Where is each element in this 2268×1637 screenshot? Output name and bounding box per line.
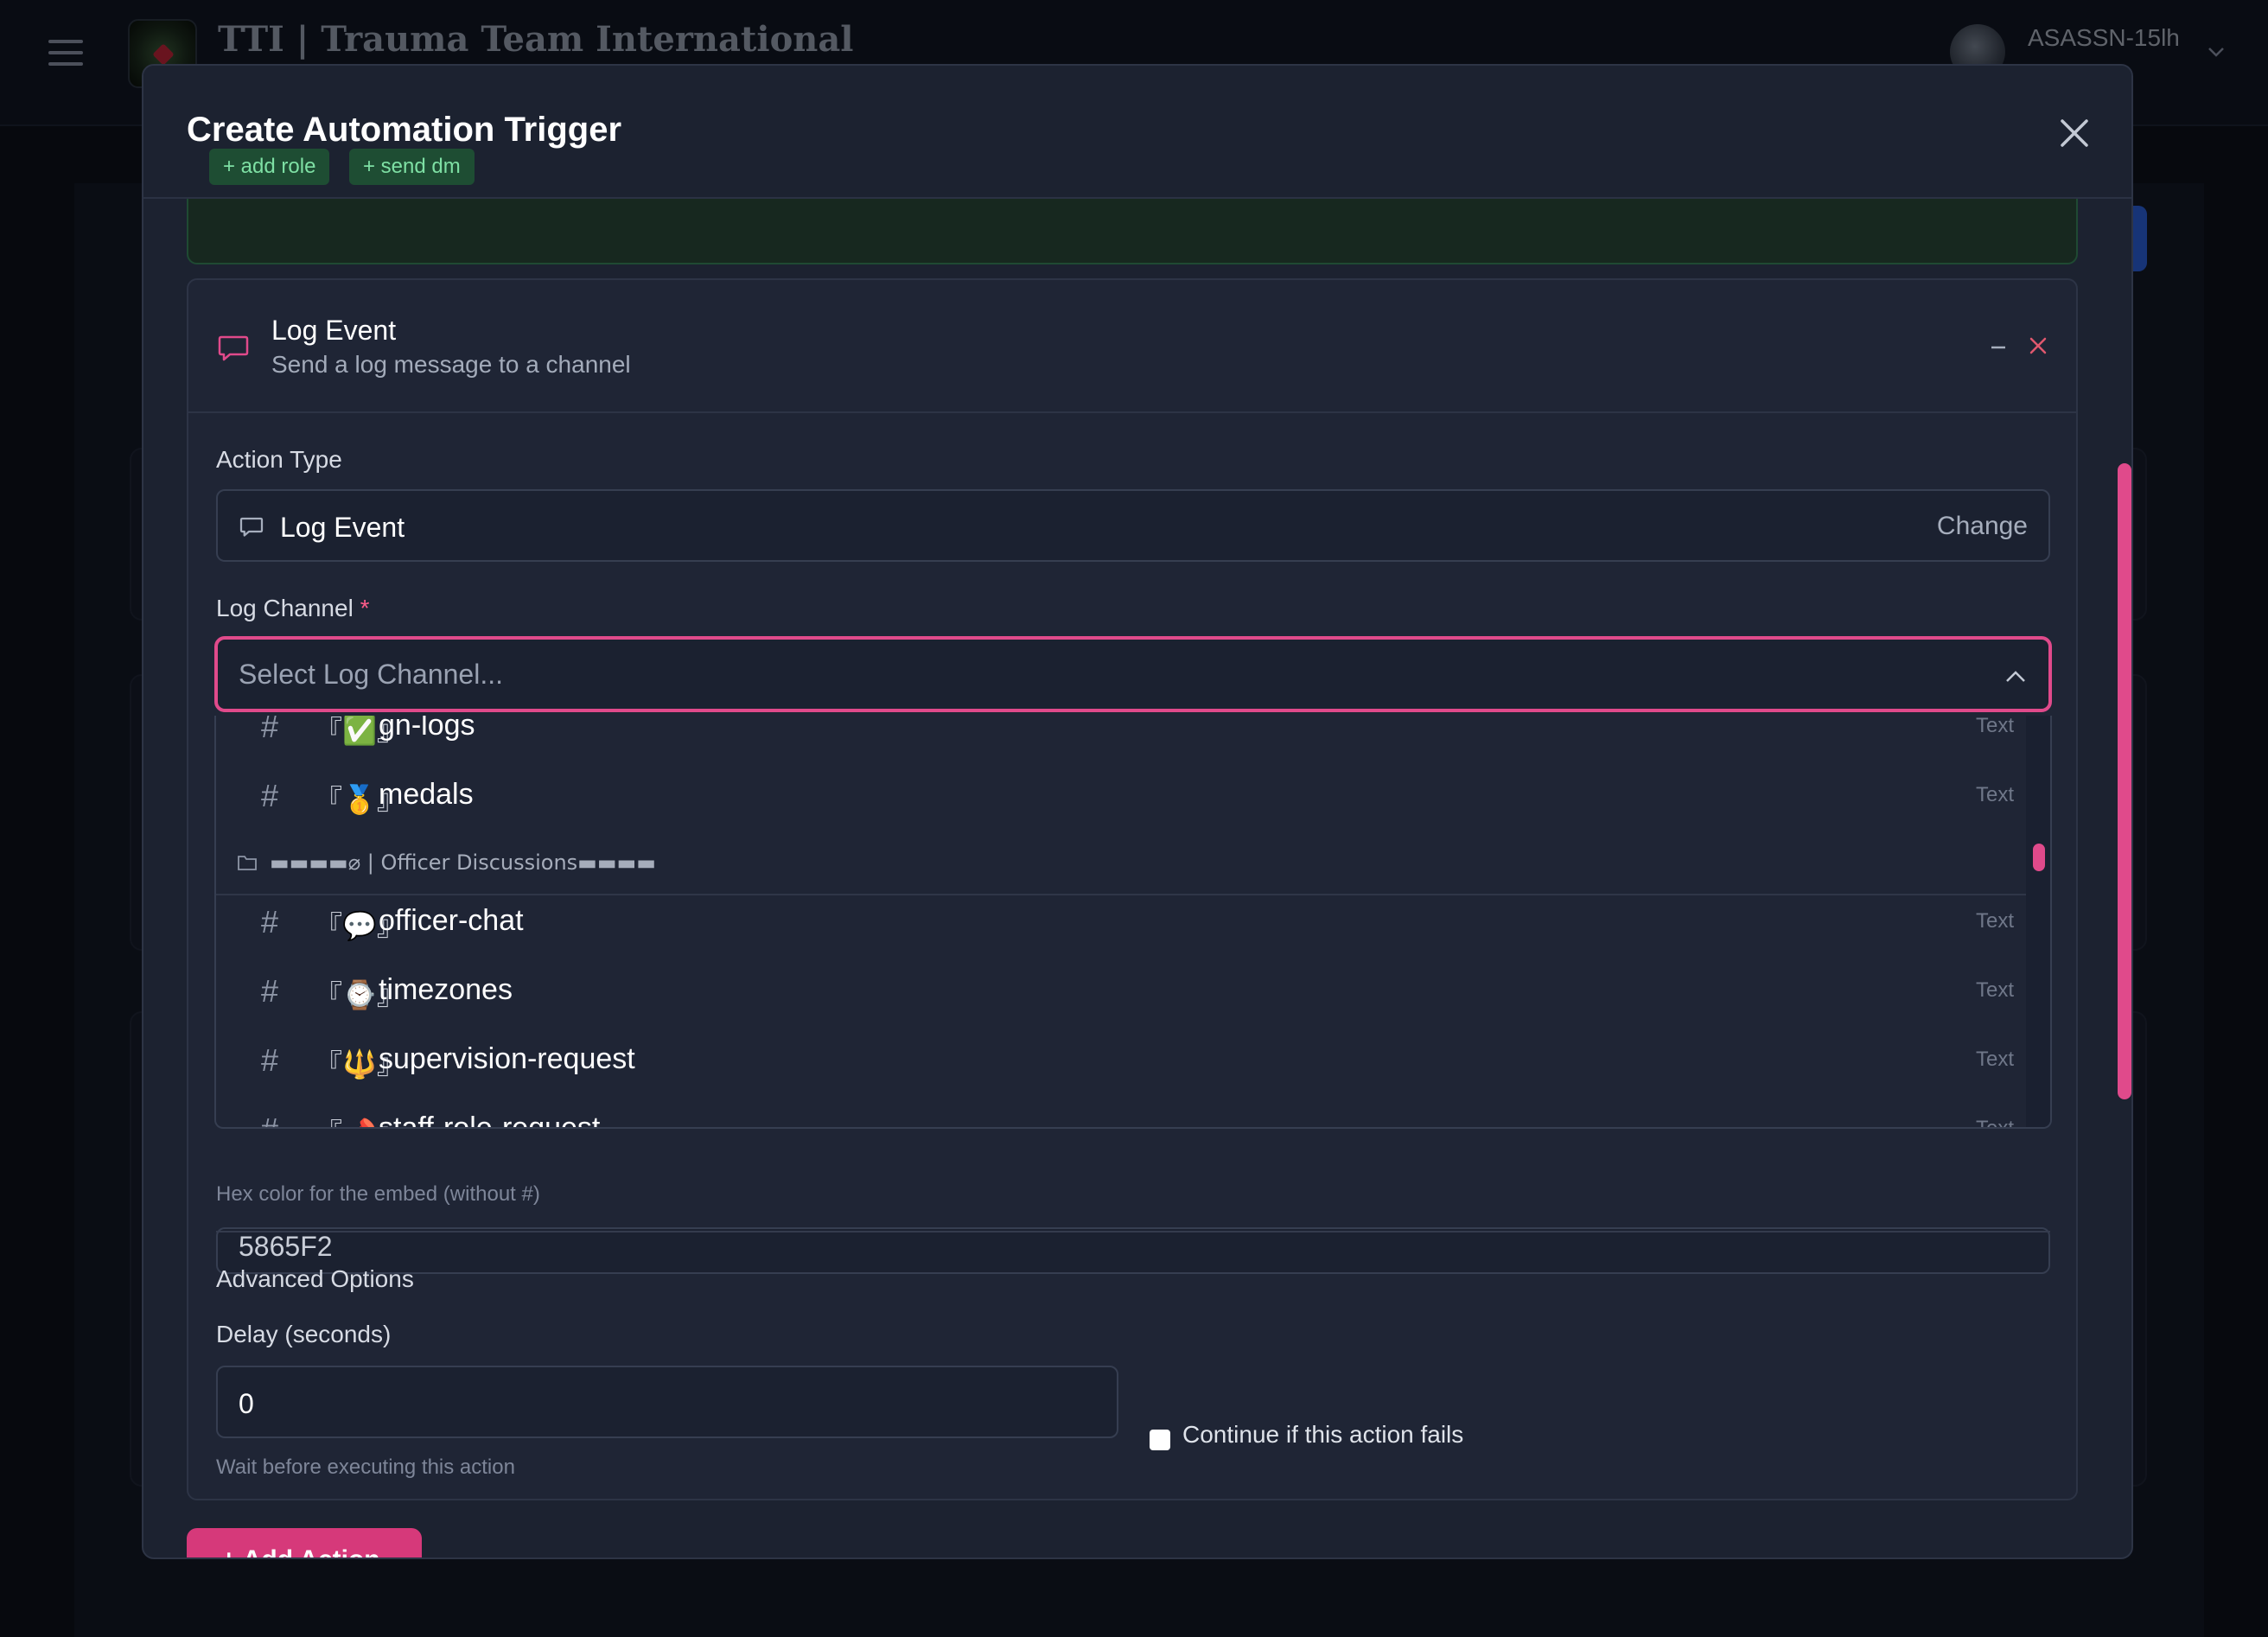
log-channel-label: Log Channel *	[216, 595, 370, 622]
action-type-value: Log Event	[280, 512, 405, 543]
channel-name: supervision-request	[379, 1042, 635, 1075]
dropdown-scrollbar-track[interactable]	[2026, 716, 2050, 1127]
channel-name: officer-chat	[379, 904, 524, 937]
delay-input[interactable]: 0	[216, 1366, 1118, 1438]
hash-icon: #	[261, 1042, 279, 1078]
action-name: Log Event	[271, 315, 397, 346]
continue-on-fail-label[interactable]: Continue if this action fails	[1182, 1421, 1463, 1449]
channel-name: medals	[379, 778, 474, 811]
embed-color-input[interactable]: 5865F2	[216, 1227, 2050, 1274]
hash-icon: #	[261, 1112, 278, 1127]
channel-kind: Text	[1975, 1048, 2014, 1071]
close-icon[interactable]	[2054, 112, 2095, 154]
option-officer-chat[interactable]: # 『💬』 officer-chat Text	[216, 890, 2026, 959]
log-channel-placeholder: Select Log Channel...	[239, 659, 503, 690]
hash-icon: #	[261, 973, 279, 1009]
action-card-log-event: Log Event Send a log message to a channe…	[187, 278, 2078, 1500]
folder-icon	[238, 856, 257, 870]
remove-action-icon[interactable]	[2026, 334, 2050, 358]
modal-title: Create Automation Trigger	[187, 111, 622, 149]
chevron-up-icon	[2006, 671, 2025, 682]
change-action-type-button[interactable]: Change	[1937, 512, 2028, 541]
channel-kind: Text	[1975, 909, 2014, 933]
action-description: Send a log message to a channel	[271, 351, 631, 378]
hash-icon: #	[261, 778, 279, 813]
channel-kind: Text	[1975, 783, 2014, 806]
collapse-icon[interactable]	[1988, 332, 2009, 360]
chat-bubble-icon	[218, 335, 249, 361]
category-officer-discussions: ▬▬▬▬⌀ | Officer Discussions▬▬▬▬	[216, 833, 2026, 895]
option-gn-logs[interactable]: # 『✅』 gn-logs Text	[216, 716, 2026, 764]
action-type-field[interactable]: Log Event Change	[216, 489, 2050, 562]
delay-hint: Wait before executing this action	[216, 1455, 515, 1479]
chip-add-role: + add role	[209, 149, 330, 185]
channel-name: timezones	[379, 973, 513, 1006]
log-channel-select[interactable]: Select Log Channel...	[214, 636, 2052, 712]
section-divider	[216, 1231, 2050, 1233]
embed-color-value: 5865F2	[239, 1231, 333, 1262]
channel-name: gn-logs	[379, 716, 475, 742]
action-card-header[interactable]: Log Event Send a log message to a channe…	[188, 280, 2076, 413]
chat-bubble-icon	[239, 517, 264, 537]
option-timezones[interactable]: # 『⌚』 timezones Text	[216, 959, 2026, 1029]
channel-name: staff-role-request	[379, 1112, 601, 1129]
log-channel-options[interactable]: # 『✅』 gn-logs Text # 『🥇』 medals Text ▬▬▬…	[214, 716, 2052, 1129]
continue-on-fail-checkbox[interactable]	[1150, 1430, 1170, 1450]
create-trigger-modal: + add role + send dm Create Automation T…	[142, 64, 2133, 1559]
channel-kind: Text	[1975, 716, 2014, 737]
required-marker: *	[360, 595, 370, 621]
advanced-options-title: Advanced Options	[216, 1265, 414, 1292]
channel-kind: Text	[1975, 978, 2014, 1002]
modal-scrollbar-thumb[interactable]	[2118, 463, 2131, 1099]
action-type-label: Action Type	[216, 446, 342, 473]
hash-icon: #	[261, 904, 279, 940]
option-supervision-request[interactable]: # 『🔱』 supervision-request Text	[216, 1029, 2026, 1098]
category-name: ▬▬▬▬⌀ | Officer Discussions▬▬▬▬	[270, 850, 656, 875]
option-staff-role-request[interactable]: # 『📌』 staff-role-request Text	[216, 1098, 2026, 1129]
option-medals[interactable]: # 『🥇』 medals Text	[216, 764, 2026, 833]
log-channel-label-text: Log Channel	[216, 595, 354, 621]
delay-label: Delay (seconds)	[216, 1321, 392, 1347]
add-action-label: + Add Action	[221, 1545, 380, 1557]
hash-icon: #	[261, 716, 279, 744]
embed-color-hint: Hex color for the embed (without #)	[216, 1182, 540, 1206]
chip-send-dm: + send dm	[349, 149, 475, 185]
channel-kind: Text	[1975, 1117, 2014, 1129]
dropdown-scrollbar-thumb[interactable]	[2033, 844, 2045, 871]
delay-value: 0	[239, 1388, 254, 1419]
add-action-button[interactable]: + Add Action	[187, 1528, 422, 1557]
